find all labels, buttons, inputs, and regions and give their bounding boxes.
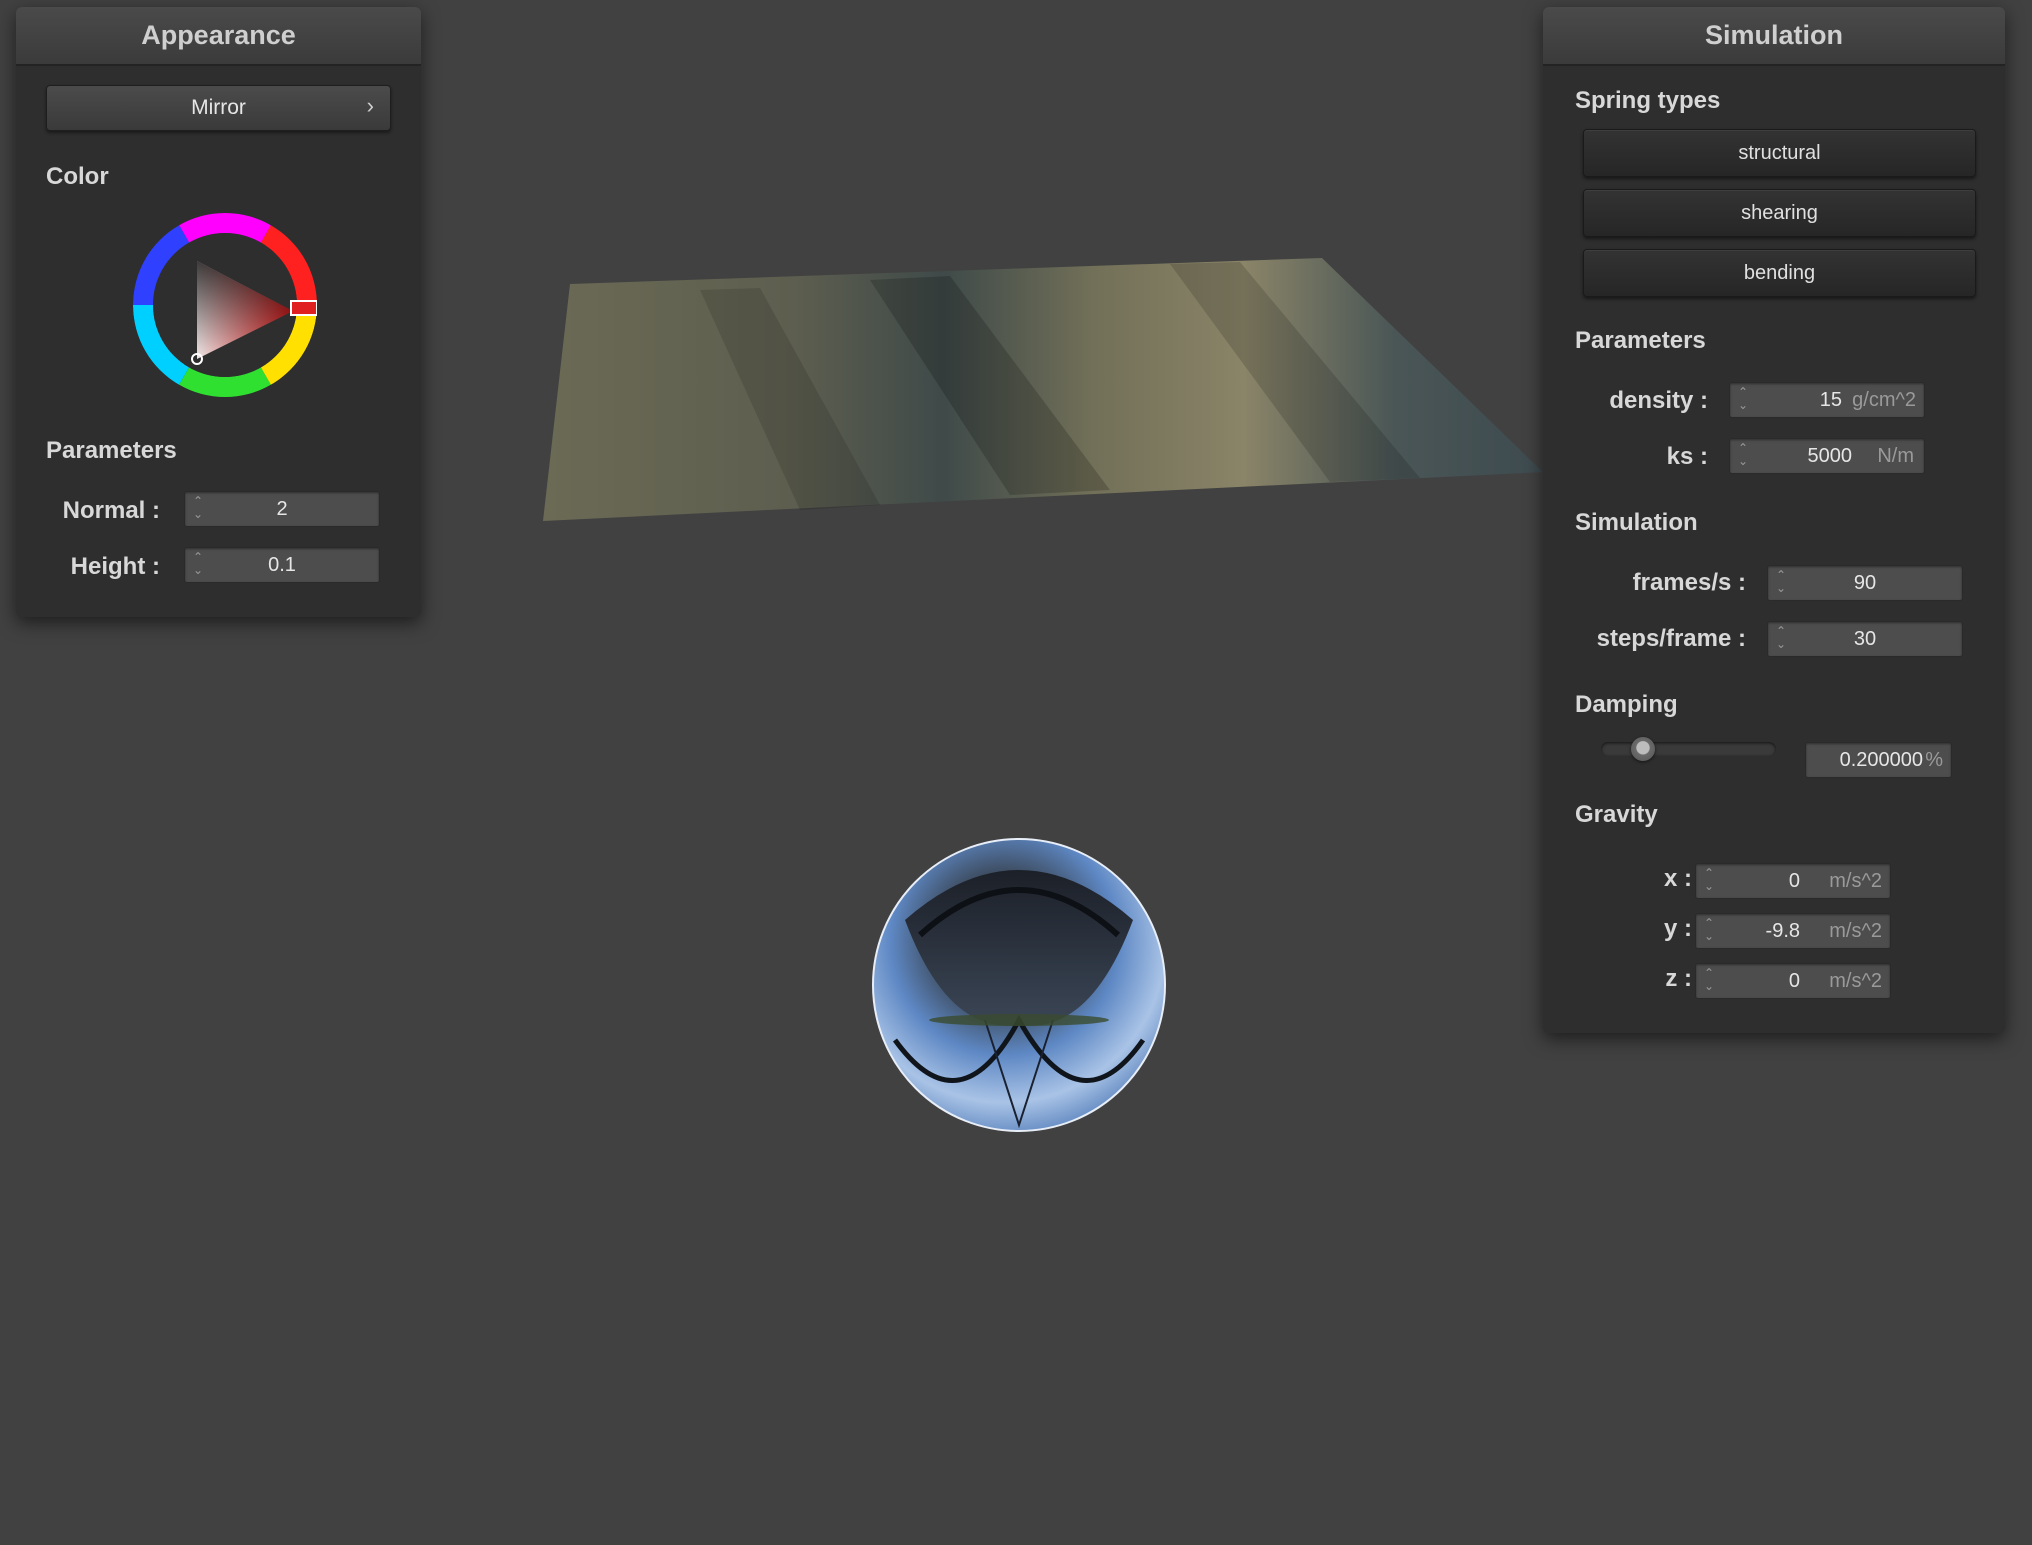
color-wheel-icon: [132, 213, 318, 397]
spinner-arrows-icon[interactable]: ⌃ ⌄: [1703, 967, 1715, 995]
simulation-panel-title[interactable]: Simulation: [1543, 7, 2005, 66]
simulation-panel: Simulation Spring types structural shear…: [1543, 7, 2005, 1033]
spinner-arrows-icon[interactable]: ⌃ ⌄: [1703, 867, 1715, 895]
bending-button[interactable]: bending: [1583, 249, 1976, 297]
spinner-arrows-icon[interactable]: ⌃ ⌄: [1737, 386, 1749, 414]
damping-label: Damping: [1575, 691, 1678, 718]
frames-per-second-label: frames/s :: [1632, 569, 1746, 596]
damping-input[interactable]: 0.200000 %: [1805, 742, 1952, 778]
structural-button[interactable]: structural: [1583, 129, 1976, 177]
normal-input[interactable]: ⌃ ⌄ 2: [184, 491, 380, 527]
height-label: Height :: [70, 553, 160, 580]
appearance-panel-title[interactable]: Appearance: [16, 7, 421, 66]
appearance-panel: Appearance Mirror › Color Parameters Nor…: [16, 7, 421, 617]
gravity-x-input[interactable]: ⌃ ⌄ 0 m/s^2: [1695, 863, 1891, 899]
spring-types-label: Spring types: [1575, 87, 1721, 114]
shader-dropdown[interactable]: Mirror ›: [46, 85, 391, 131]
height-input[interactable]: ⌃ ⌄ 0.1: [184, 547, 380, 583]
ks-label: ks :: [1666, 443, 1708, 470]
steps-per-frame-label: steps/frame :: [1596, 625, 1746, 652]
gravity-x-label: x :: [1663, 865, 1692, 892]
normal-label: Normal :: [62, 497, 160, 524]
damping-slider-handle[interactable]: [1631, 737, 1656, 761]
ks-input[interactable]: ⌃ ⌄ 5000 N/m: [1729, 438, 1925, 474]
color-section-label: Color: [46, 163, 109, 190]
shader-dropdown-value: Mirror: [191, 96, 246, 119]
gravity-y-input[interactable]: ⌃ ⌄ -9.8 m/s^2: [1695, 913, 1891, 949]
gravity-z-input[interactable]: ⌃ ⌄ 0 m/s^2: [1695, 963, 1891, 999]
spinner-arrows-icon[interactable]: ⌃ ⌄: [1737, 442, 1749, 470]
color-wheel-picker[interactable]: [132, 213, 318, 397]
appearance-parameters-label: Parameters: [46, 437, 177, 464]
steps-per-frame-input[interactable]: ⌃ ⌄ 30: [1767, 621, 1963, 657]
parameters-label: Parameters: [1575, 327, 1706, 354]
density-label: density :: [1609, 387, 1708, 414]
shearing-button[interactable]: shearing: [1583, 189, 1976, 237]
gravity-z-label: z :: [1665, 965, 1692, 992]
gravity-y-label: y :: [1663, 915, 1692, 942]
density-input[interactable]: ⌃ ⌄ 15 g/cm^2: [1729, 382, 1925, 418]
chevron-right-icon: ›: [366, 93, 374, 118]
damping-slider[interactable]: [1601, 737, 1776, 761]
spinner-arrows-icon[interactable]: ⌃ ⌄: [1703, 917, 1715, 945]
mirror-sphere: [872, 838, 1166, 1132]
frames-per-second-input[interactable]: ⌃ ⌄ 90: [1767, 565, 1963, 601]
simulation-label: Simulation: [1575, 509, 1698, 536]
gravity-label: Gravity: [1575, 801, 1658, 828]
